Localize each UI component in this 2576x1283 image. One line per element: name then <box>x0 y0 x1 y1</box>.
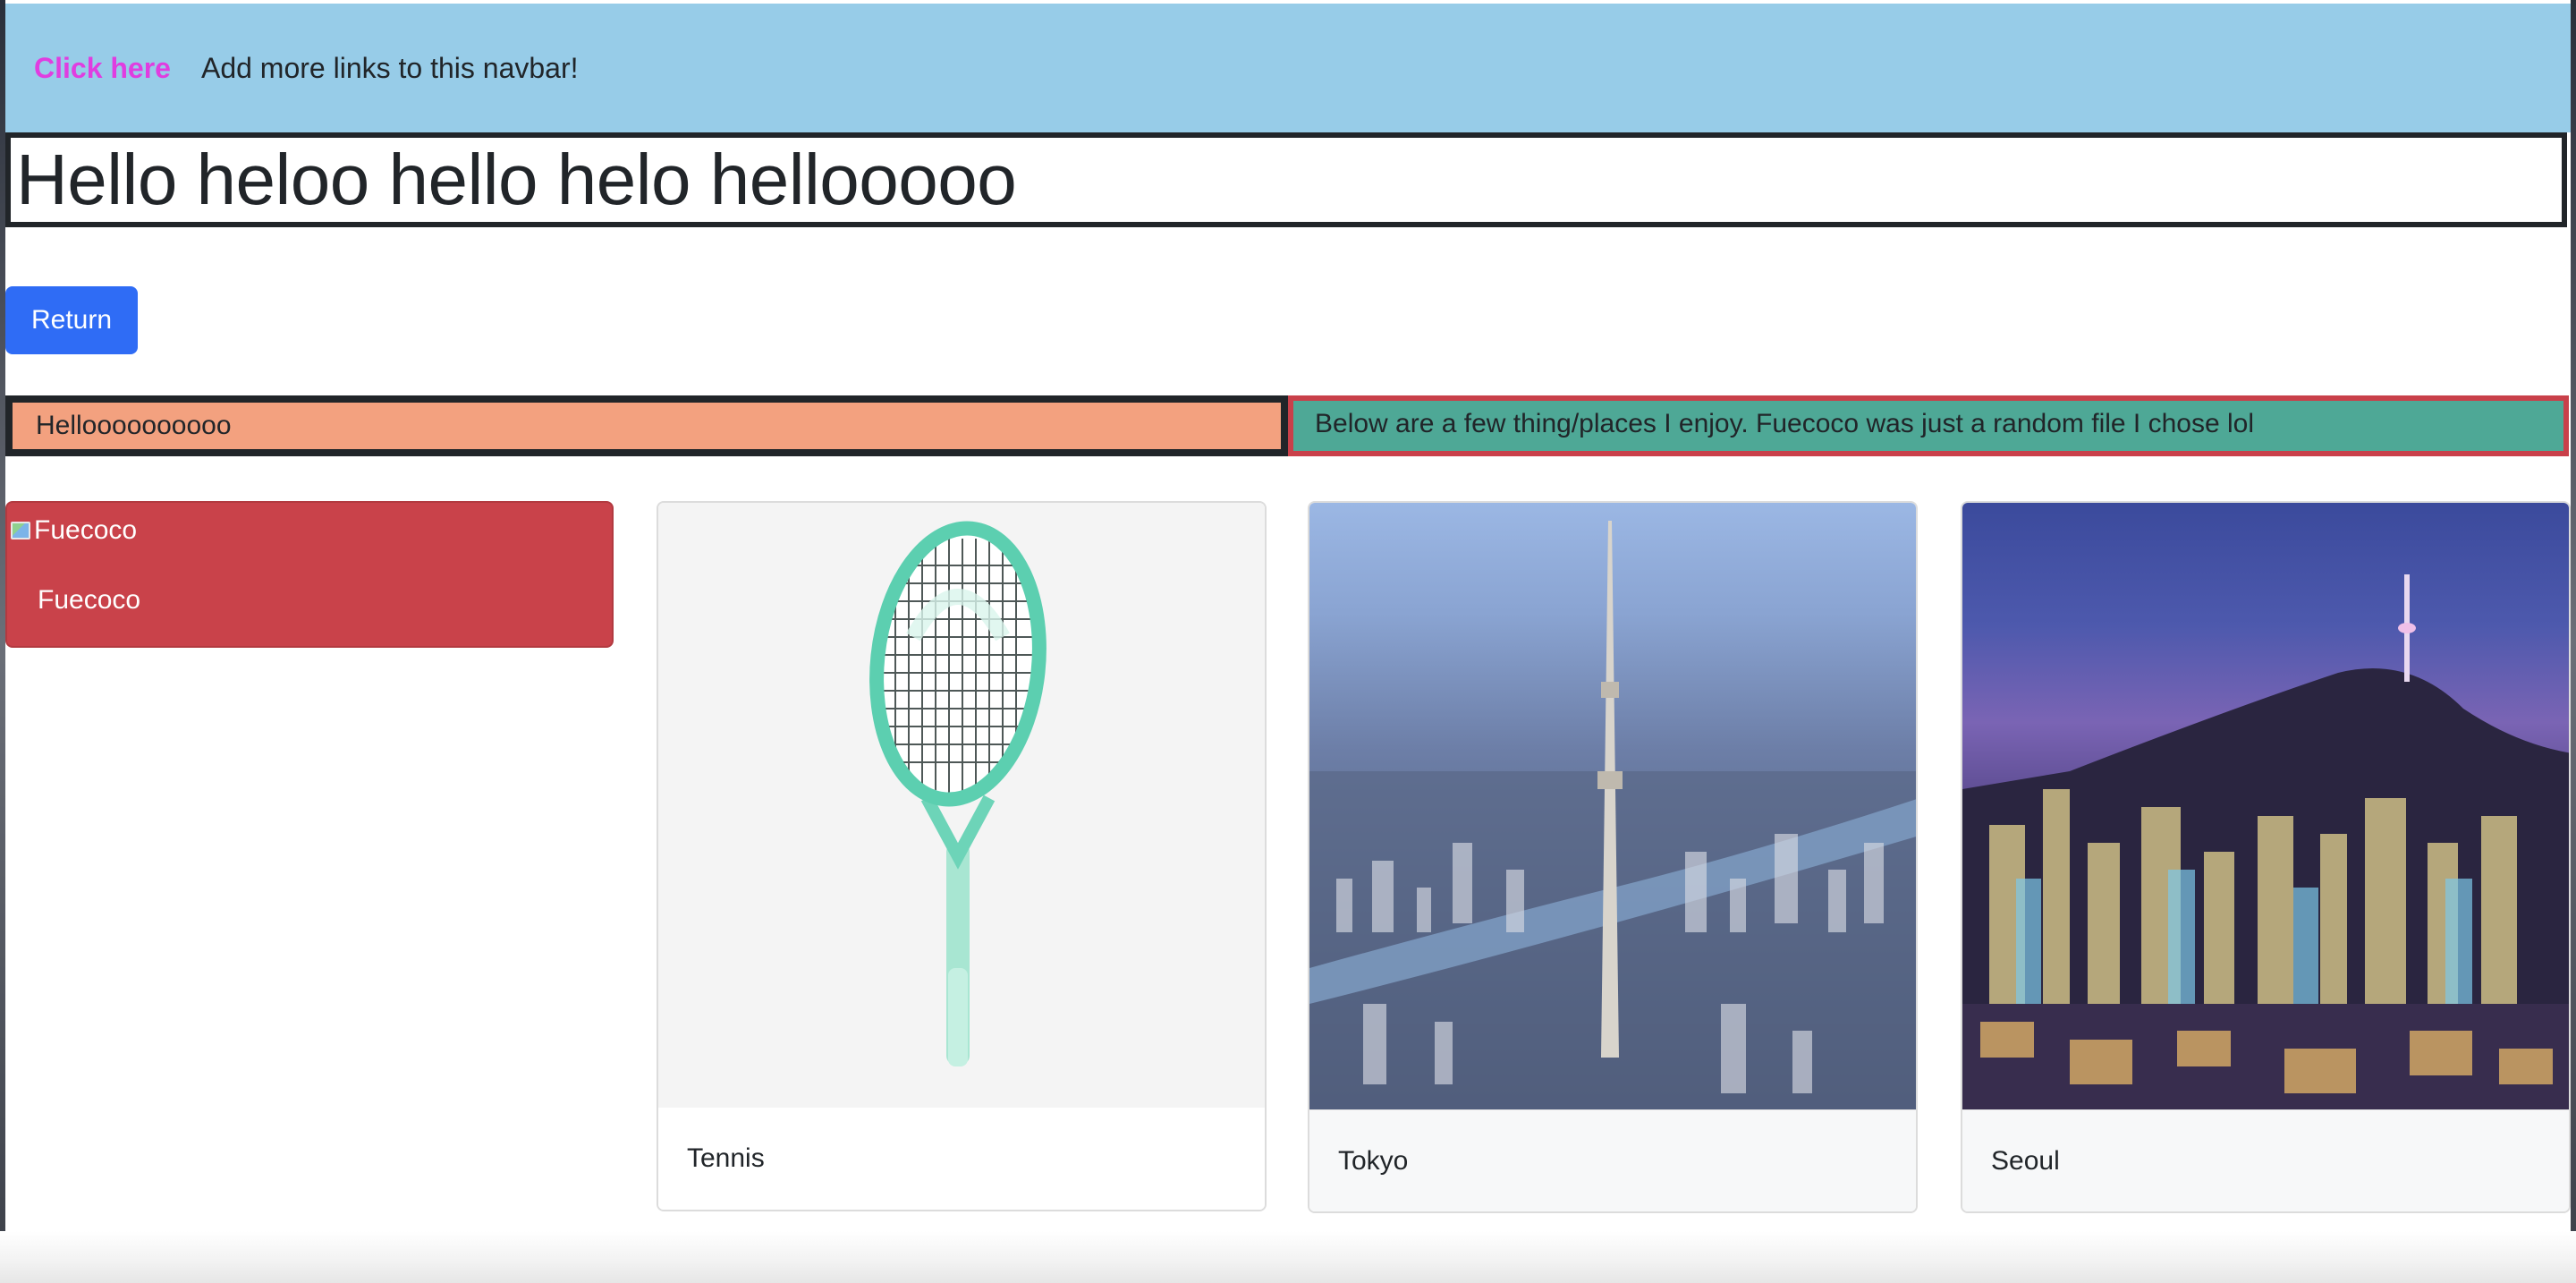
card-fuecoco: Fuecoco Fuecoco <box>5 501 614 648</box>
card-seoul: Seoul <box>1961 501 2571 1213</box>
info-row: Helloooooooooo Below are a few thing/pla… <box>5 395 2571 456</box>
card-footer-seoul: Seoul <box>1962 1109 2569 1211</box>
card-footer-tennis: Tennis <box>658 1108 1265 1210</box>
card-footer-tokyo: Tokyo <box>1309 1109 1916 1211</box>
headline-box: Hello heloo hello helo hellooooo <box>5 132 2567 227</box>
card-title-seoul: Seoul <box>1991 1145 2060 1176</box>
return-button[interactable]: Return <box>5 286 138 354</box>
fuecoco-broken-image: Fuecoco <box>7 515 137 546</box>
window-edge-right <box>2571 0 2576 1283</box>
fuecoco-image-alt: Fuecoco <box>34 515 138 545</box>
navbar: Click here Add more links to this navbar… <box>5 4 2571 132</box>
info-right-text: Below are a few thing/places I enjoy. Fu… <box>1315 409 2254 438</box>
card-tennis: Tennis <box>657 501 1267 1211</box>
seoul-city-image <box>1962 503 2569 1113</box>
card-title-tokyo: Tokyo <box>1338 1145 1409 1176</box>
info-left-box: Helloooooooooo <box>5 395 1288 456</box>
broken-image-icon <box>7 518 34 543</box>
page-bottom-shade <box>0 1231 2576 1283</box>
page-title: Hello heloo hello helo hellooooo <box>16 140 1017 219</box>
card-title-tennis: Tennis <box>687 1143 765 1173</box>
nav-link-click-here[interactable]: Click here <box>34 52 171 85</box>
tennis-racket-image <box>658 503 1265 1111</box>
navbar-text: Add more links to this navbar! <box>200 51 579 84</box>
card-tokyo: Tokyo <box>1308 501 1918 1213</box>
card-title-fuecoco: Fuecoco <box>38 585 141 615</box>
tokyo-city-image <box>1309 503 1916 1113</box>
info-left-text: Helloooooooooo <box>36 411 232 440</box>
info-right-box: Below are a few thing/places I enjoy. Fu… <box>1288 395 2569 456</box>
